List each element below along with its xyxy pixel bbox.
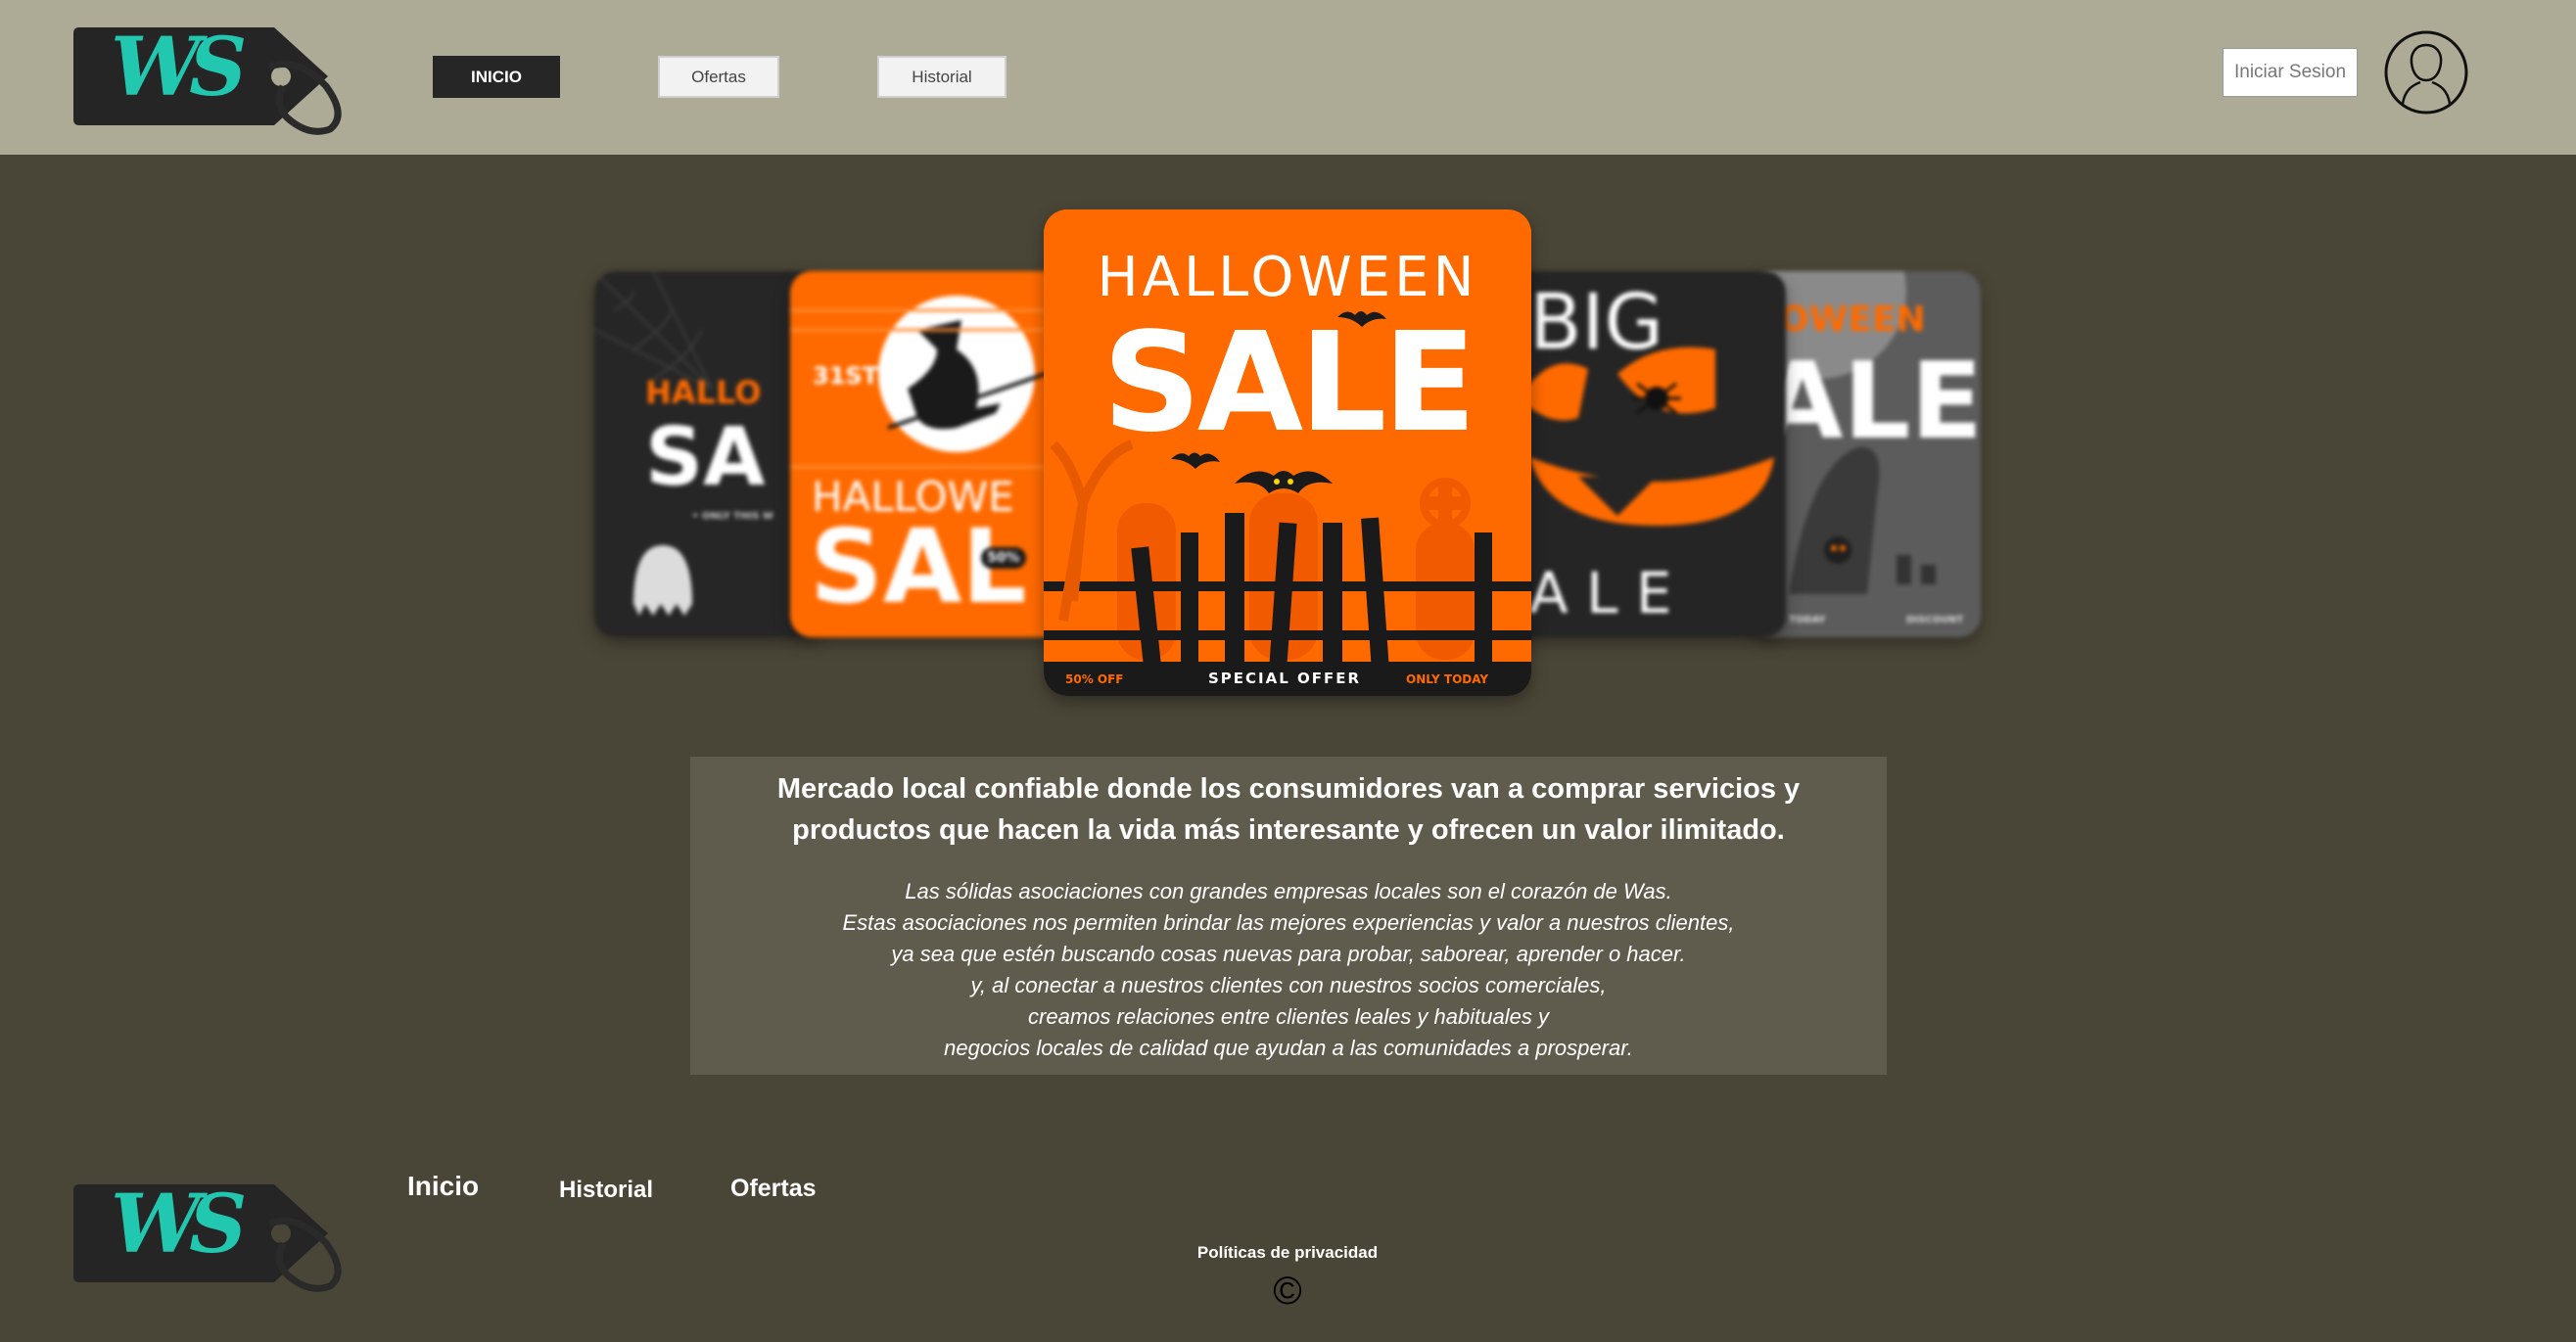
mission-line: negocios locales de calidad que ayudan a… [944,1036,1633,1060]
card2-badge: 50% [981,547,1026,569]
nav-historial-button[interactable]: Historial [877,56,1007,98]
mission-headline: Mercado local confiable donde los consum… [776,773,1801,846]
card1-line1: HALLO [645,374,762,411]
pumpkin-icon [1529,457,1774,526]
banner-card-2[interactable]: 31ST HALLOWE SAL 50% [790,271,1074,637]
card1-line2: SA [645,411,766,504]
card2-date: 31ST [813,362,879,390]
ghost-icon [633,545,692,616]
logo-letters: WS [111,21,247,115]
featured-left: 50% OFF [1065,672,1124,686]
featured-line2: SALE [1101,303,1476,463]
banner-card-4[interactable]: BIG A L E [1510,271,1786,637]
card1-small: • ONLY THIS W [692,511,773,522]
mission-line: Estas asociaciones nos permiten brindar … [842,910,1735,935]
brand-logo[interactable]: WS [73,27,352,137]
card5-line2: ALE [1761,341,1981,463]
footer-logo[interactable]: WS [73,1184,352,1294]
banner-card-featured[interactable]: HALLOWEEN SALE 50% OFF SPECIAL OFFER ONL… [1044,209,1531,696]
privacy-policy-link[interactable]: Políticas de privacidad [1136,1243,1439,1263]
login-button[interactable]: Iniciar Sesion [2223,48,2358,97]
card4-line1: BIG [1529,279,1663,367]
logo-letters: WS [111,1178,247,1272]
footer-link-historial[interactable]: Historial [559,1177,653,1204]
card5-right: DISCOUNT [1906,615,1964,625]
featured-center: SPECIAL OFFER [1208,670,1362,687]
card4-line2: A L E [1529,560,1672,626]
nav-inicio-button[interactable]: INICIO [433,56,560,98]
mission-body: Las sólidas asociaciones con grandes emp… [690,876,1887,1064]
footer-link-inicio[interactable]: Inicio [407,1171,479,1202]
zombie-hand-icon [1789,446,1880,594]
mission-line: ya sea que estén buscando cosas nuevas p… [891,942,1686,966]
copyright-icon: © [1273,1270,1302,1313]
mission-line: y, al conectar a nuestros clientes con n… [970,973,1607,997]
user-avatar-icon[interactable] [2383,29,2469,116]
nav-ofertas-button[interactable]: Ofertas [658,56,779,98]
card5-left: TODAY [1789,615,1826,625]
featured-right: ONLY TODAY [1406,672,1489,686]
card5-line1: OWEEN [1779,300,1926,340]
mission-panel: Mercado local confiable donde los consum… [690,757,1887,1075]
mission-line: creamos relaciones entre clientes leales… [1028,1004,1549,1029]
footer-link-ofertas[interactable]: Ofertas [730,1175,817,1203]
site-header: WS INICIO Ofertas Historial Iniciar Sesi… [0,0,2576,155]
featured-line1: HALLOWEEN [1097,246,1478,309]
mission-line: Las sólidas asociaciones con grandes emp… [905,879,1672,903]
